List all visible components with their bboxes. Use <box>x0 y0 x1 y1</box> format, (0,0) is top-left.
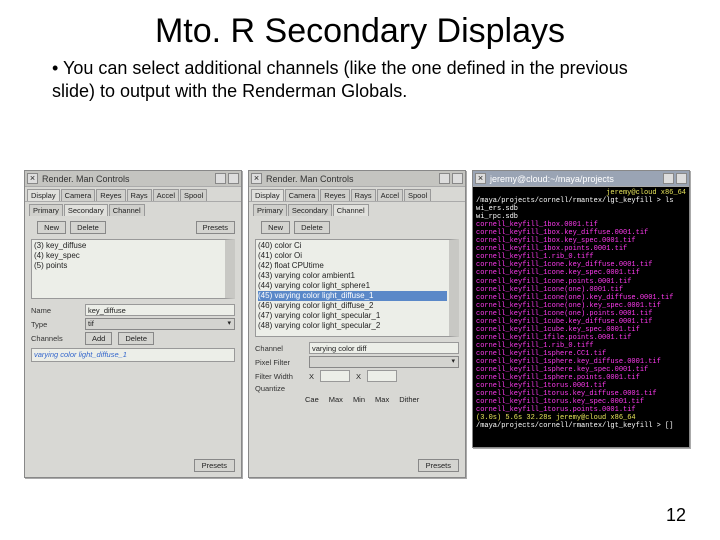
terminal-title: jeremy@cloud:~/maya/projects <box>490 174 663 184</box>
channels-label: Channels <box>31 334 79 343</box>
quantize-label: Quantize <box>255 384 303 393</box>
slide-bullet: You can select additional channels (like… <box>0 55 720 116</box>
tab-reyes[interactable]: Reyes <box>320 189 349 201</box>
titlebar-a[interactable]: × Render. Man Controls <box>25 171 241 187</box>
renderman-window-a: × Render. Man Controls Display Camera Re… <box>24 170 242 478</box>
list-item[interactable]: (48) varying color light_specular_2 <box>258 321 447 331</box>
delete-button[interactable]: Delete <box>294 221 330 234</box>
tab-display[interactable]: Display <box>27 189 60 201</box>
minimize-icon[interactable] <box>663 173 674 184</box>
list-item[interactable]: (41) color Oi <box>258 251 447 261</box>
q-min: Min <box>353 395 365 404</box>
toolbar-label <box>31 223 33 232</box>
tab-accel[interactable]: Accel <box>377 189 403 201</box>
window-title-a: Render. Man Controls <box>42 174 215 184</box>
channel-input[interactable]: varying color diff <box>309 342 459 354</box>
channels-list-b[interactable]: (40) color Ci(41) color Oi(42) float CPU… <box>255 239 459 337</box>
renderman-window-b: × Render. Man Controls Display Camera Re… <box>248 170 466 478</box>
delete-chan-button[interactable]: Delete <box>118 332 154 345</box>
maximize-icon[interactable] <box>228 173 239 184</box>
list-item[interactable]: (3) key_diffuse <box>34 241 223 251</box>
subtabs-a: Primary Secondary Channel <box>25 202 241 218</box>
list-item[interactable]: (45) varying color light_diffuse_1 <box>258 291 447 301</box>
subtab-secondary[interactable]: Secondary <box>288 204 332 216</box>
list-item[interactable]: (42) float CPUtime <box>258 261 447 271</box>
list-item[interactable]: (4) key_spec <box>34 251 223 261</box>
tabs-b: Display Camera Reyes Rays Accel Spool <box>249 187 465 202</box>
filter-x-input[interactable] <box>320 370 350 382</box>
displays-list-a[interactable]: (3) key_diffuse(4) key_spec(5) points <box>31 239 235 299</box>
list-item[interactable]: (44) varying color light_sphere1 <box>258 281 447 291</box>
x-label: X <box>309 372 314 381</box>
filter-y-input[interactable] <box>367 370 397 382</box>
tab-camera[interactable]: Camera <box>61 189 96 201</box>
add-button[interactable]: Add <box>85 332 112 345</box>
terminal-body[interactable]: jeremy@cloud x86_64/maya/projects/cornel… <box>473 187 689 447</box>
presets-footer-a[interactable]: Presets <box>194 459 235 472</box>
delete-button[interactable]: Delete <box>70 221 106 234</box>
subtabs-b: Primary Secondary Channel <box>249 202 465 218</box>
type-label: Type <box>31 320 79 329</box>
q-max2: Max <box>375 395 389 404</box>
tab-accel[interactable]: Accel <box>153 189 179 201</box>
new-button[interactable]: New <box>261 221 290 234</box>
new-button[interactable]: New <box>37 221 66 234</box>
toolbar-b: New Delete <box>249 218 465 237</box>
presets-button[interactable]: Presets <box>196 221 235 234</box>
q-cae: Cae <box>305 395 319 404</box>
list-item[interactable]: (46) varying color light_diffuse_2 <box>258 301 447 311</box>
toolbar-a: New Delete Presets <box>25 218 241 237</box>
maximize-icon[interactable] <box>452 173 463 184</box>
type-select[interactable]: tif <box>85 318 235 330</box>
list-item[interactable]: (40) color Ci <box>258 241 447 251</box>
subtab-channel[interactable]: Channel <box>109 204 145 216</box>
panels-row: × Render. Man Controls Display Camera Re… <box>24 170 696 478</box>
tab-reyes[interactable]: Reyes <box>96 189 125 201</box>
q-max: Max <box>329 395 343 404</box>
list-item[interactable]: (43) varying color ambient1 <box>258 271 447 281</box>
page-number: 12 <box>666 505 686 526</box>
channel-label: Channel <box>255 344 303 353</box>
tab-spool[interactable]: Spool <box>404 189 431 201</box>
tab-display[interactable]: Display <box>251 189 284 201</box>
minimize-icon[interactable] <box>215 173 226 184</box>
minimize-icon[interactable] <box>439 173 450 184</box>
titlebar-b[interactable]: × Render. Man Controls <box>249 171 465 187</box>
name-input[interactable]: key_diffuse <box>85 304 235 316</box>
close-icon[interactable]: × <box>475 173 486 184</box>
output-channel-line: varying color light_diffuse_1 <box>31 348 235 362</box>
q-dither: Dither <box>399 395 419 404</box>
presets-footer-b[interactable]: Presets <box>418 459 459 472</box>
list-item[interactable]: (5) points <box>34 261 223 271</box>
tab-camera[interactable]: Camera <box>285 189 320 201</box>
close-icon[interactable]: × <box>27 173 38 184</box>
tab-rays[interactable]: Rays <box>127 189 152 201</box>
terminal-titlebar[interactable]: × jeremy@cloud:~/maya/projects <box>473 171 689 187</box>
tab-rays[interactable]: Rays <box>351 189 376 201</box>
pixelfilter-label: Pixel Filter <box>255 358 303 367</box>
terminal-window: × jeremy@cloud:~/maya/projects jeremy@cl… <box>472 170 690 448</box>
subtab-primary[interactable]: Primary <box>29 204 63 216</box>
subtab-channel[interactable]: Channel <box>333 204 369 216</box>
subtab-primary[interactable]: Primary <box>253 204 287 216</box>
tabs-a: Display Camera Reyes Rays Accel Spool <box>25 187 241 202</box>
window-title-b: Render. Man Controls <box>266 174 439 184</box>
close-icon[interactable]: × <box>251 173 262 184</box>
list-item[interactable]: (47) varying color light_specular_1 <box>258 311 447 321</box>
maximize-icon[interactable] <box>676 173 687 184</box>
y-label: X <box>356 372 361 381</box>
name-label: Name <box>31 306 79 315</box>
subtab-secondary[interactable]: Secondary <box>64 204 108 216</box>
slide-title: Mto. R Secondary Displays <box>0 0 720 55</box>
tab-spool[interactable]: Spool <box>180 189 207 201</box>
filterwidth-label: Filter Width <box>255 372 303 381</box>
pixelfilter-select[interactable] <box>309 356 459 368</box>
